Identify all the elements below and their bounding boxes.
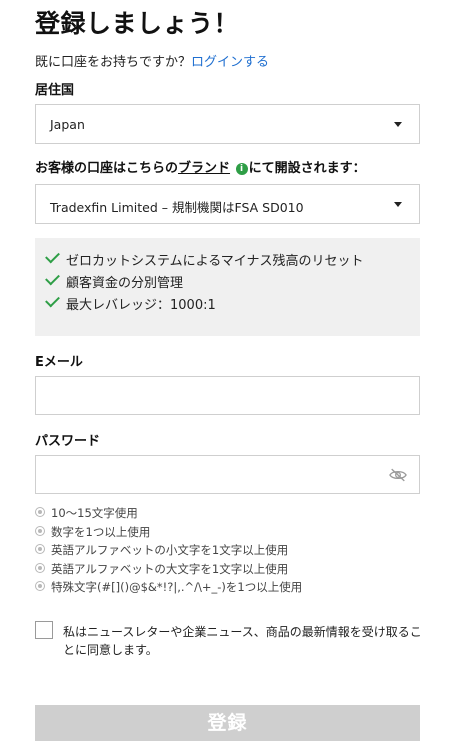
password-rule-text: 数字を1つ以上使用 — [51, 524, 151, 539]
feature-item: 最大レバレッジ：1000:1 — [35, 292, 420, 316]
consent-text: 私はニュースレターや企業ニュース、商品の最新情報を受け取ることに同意します。 — [63, 625, 422, 657]
info-icon[interactable]: i — [235, 163, 248, 175]
feature-text: 顧客資金の分別管理 — [66, 276, 184, 291]
password-rule-text: 特殊文字(#[]()@$&*!?|,.^/\+_-)を1つ以上使用 — [51, 580, 303, 594]
status-dot-icon — [35, 507, 45, 517]
email-input[interactable] — [35, 376, 420, 415]
residence-select[interactable]: Japan — [35, 104, 420, 144]
password-rule-text: 英語アルファベットの大文字を1文字以上使用 — [51, 561, 289, 576]
feature-item: 顧客資金の分別管理 — [35, 270, 420, 294]
brand-label-text: お客様の口座はこちらの — [35, 161, 179, 176]
eye-slash-icon[interactable] — [389, 467, 407, 483]
status-dot-icon — [35, 581, 45, 591]
password-label: パスワード — [35, 434, 101, 449]
login-link[interactable]: ログインする — [191, 55, 269, 70]
feature-item: ゼロカットシステムによるマイナス残高のリセット — [35, 248, 420, 272]
brand-label: お客様の口座はこちらのブランド i にて開設されます： — [35, 157, 366, 176]
consent-checkbox[interactable] — [35, 621, 53, 639]
feature-text: ゼロカットシステムによるマイナス残高のリセット — [66, 254, 364, 269]
password-rule-text: 10〜15文字使用 — [51, 506, 138, 520]
brand-label-suffix: にて開設されます： — [248, 161, 366, 176]
features-panel: ゼロカットシステムによるマイナス残高のリセット 顧客資金の分別管理 最大レバレッ… — [35, 238, 420, 336]
checkmark-icon — [45, 292, 60, 308]
caret-down-icon — [394, 122, 402, 127]
checkmark-icon — [45, 270, 60, 286]
feature-text: 最大レバレッジ：1000:1 — [66, 298, 216, 313]
status-dot-icon — [35, 525, 45, 536]
register-button[interactable]: 登録 — [35, 705, 420, 741]
caret-down-icon — [394, 202, 402, 207]
checkmark-icon — [45, 248, 60, 264]
brand-select[interactable]: Tradexfin Limited – 規制機関はFSA SD010 — [35, 184, 420, 224]
residence-selected-value: Japan — [50, 117, 85, 132]
page-title: 登録しましょう！ — [35, 9, 240, 38]
password-rule-text: 英語アルファベットの小文字を1文字以上使用 — [51, 543, 289, 557]
status-dot-icon — [35, 544, 45, 554]
registration-page: 登録しましょう！ 既に口座をお持ちですか？ログインする 居住国 Japan お客… — [0, 0, 462, 755]
login-prompt-text: 既に口座をお持ちですか？ — [35, 55, 192, 70]
status-dot-icon — [35, 562, 45, 573]
residence-label: 居住国 — [35, 83, 75, 98]
email-label: Eメール — [35, 355, 83, 370]
login-prompt: 既に口座をお持ちですか？ログインする — [35, 51, 269, 70]
password-input[interactable] — [35, 455, 420, 494]
brand-link[interactable]: ブランド — [178, 161, 230, 176]
brand-selected-value: Tradexfin Limited – 規制機関はFSA SD010 — [50, 200, 304, 215]
